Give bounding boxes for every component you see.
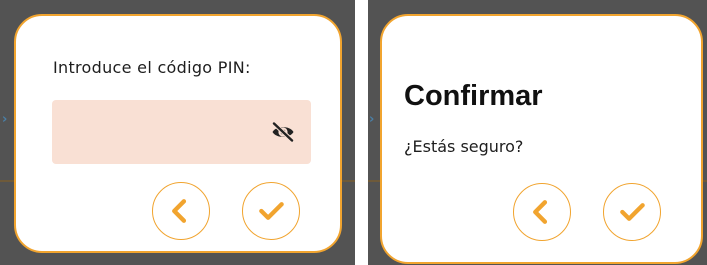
background-arrow-icon: › bbox=[369, 112, 375, 127]
chevron-left-icon bbox=[533, 200, 548, 224]
confirm-dialog: Confirmar ¿Estás seguro? bbox=[380, 14, 703, 264]
pin-dialog: Introduce el código PIN: bbox=[14, 14, 342, 253]
back-button[interactable] bbox=[513, 183, 571, 241]
dialog-message: ¿Estás seguro? bbox=[404, 137, 524, 156]
pin-label: Introduce el código PIN: bbox=[53, 58, 251, 77]
check-icon bbox=[620, 203, 645, 221]
dialog-title: Confirmar bbox=[404, 80, 543, 112]
background-arrow-icon: › bbox=[2, 112, 8, 127]
pin-input[interactable] bbox=[52, 100, 311, 164]
confirm-button[interactable] bbox=[242, 182, 300, 240]
back-button[interactable] bbox=[152, 182, 210, 240]
check-icon bbox=[259, 202, 284, 220]
confirm-button[interactable] bbox=[603, 183, 661, 241]
chevron-left-icon bbox=[172, 199, 187, 223]
eye-off-icon[interactable] bbox=[271, 121, 295, 143]
